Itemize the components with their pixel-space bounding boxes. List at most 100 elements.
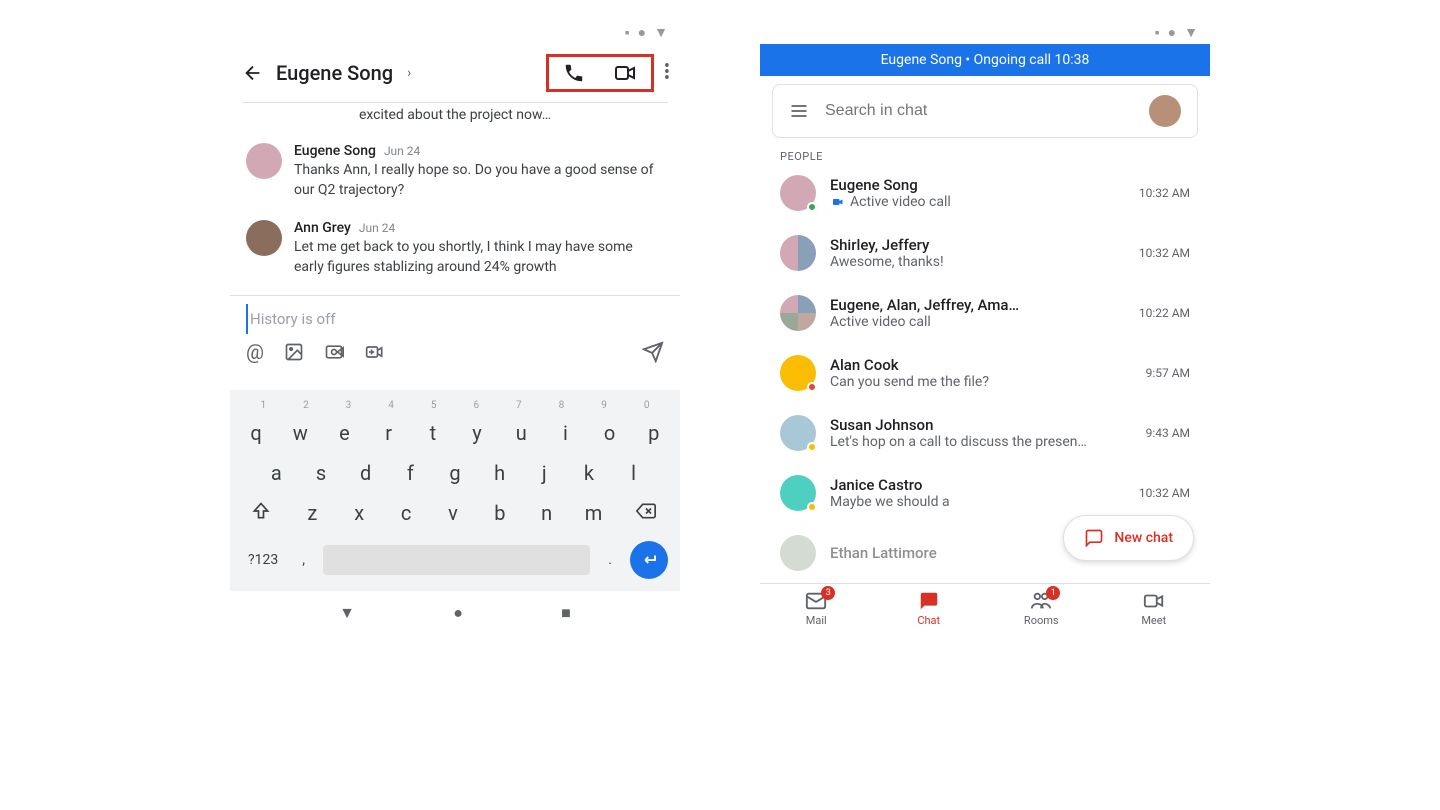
key[interactable]: a (260, 461, 292, 485)
list-item[interactable]: Janice Castro Maybe we should a 10:32 AM (772, 463, 1198, 523)
phone-call-icon[interactable] (563, 62, 585, 84)
key[interactable]: c (390, 501, 422, 525)
chat-list-screen: ▪ ● ▼ Eugene Song • Ongoing call 10:38 P… (760, 20, 1210, 629)
nav-home-icon[interactable]: ● (453, 603, 463, 623)
key[interactable]: h (484, 461, 516, 485)
timestamp: 9:57 AM (1146, 366, 1190, 380)
shift-key-icon[interactable] (241, 501, 281, 525)
person-subtitle: Active video call (830, 194, 1125, 210)
message-sender: Ann Grey (294, 220, 351, 236)
list-item[interactable]: Eugene Song Active video call 10:32 AM (772, 163, 1198, 223)
soft-keyboard: 1234567890 q w e r t y u i o p a s d f g… (230, 390, 680, 591)
key[interactable]: z (296, 501, 328, 525)
spacebar-key[interactable] (323, 545, 590, 575)
compose-toolbar: @ (246, 334, 664, 370)
key[interactable]: m (578, 501, 610, 525)
nav-back-icon[interactable]: ▼ (339, 603, 355, 623)
message-time: Jun 24 (359, 221, 395, 235)
key[interactable]: l (618, 461, 650, 485)
mail-icon: 3 (805, 590, 827, 612)
key[interactable]: t (417, 421, 449, 445)
tab-mail[interactable]: 3 Mail (760, 590, 873, 627)
keyboard-row: a s d f g h j k l (234, 453, 676, 493)
key[interactable]: n (531, 501, 563, 525)
backspace-key-icon[interactable] (624, 501, 668, 525)
back-arrow-icon[interactable] (242, 62, 264, 84)
list-item[interactable]: Alan Cook Can you send me the file? 9:57… (772, 343, 1198, 403)
timestamp: 10:32 AM (1139, 246, 1190, 260)
symbols-key[interactable]: ?123 (242, 552, 284, 568)
chat-bubble-icon (1084, 528, 1104, 548)
search-input[interactable] (825, 102, 1133, 120)
key[interactable]: p (638, 421, 670, 445)
ongoing-call-banner[interactable]: Eugene Song • Ongoing call 10:38 (760, 44, 1210, 76)
contact-name[interactable]: Eugene Song (276, 61, 393, 85)
timestamp: 9:43 AM (1146, 426, 1190, 440)
key[interactable]: e (328, 421, 360, 445)
key[interactable]: k (573, 461, 605, 485)
key[interactable]: i (549, 421, 581, 445)
key[interactable]: v (437, 501, 469, 525)
avatar[interactable] (246, 143, 282, 179)
list-item[interactable]: Susan Johnson Let's hop on a call to dis… (772, 403, 1198, 463)
person-subtitle: Awesome, thanks! (830, 254, 1125, 270)
hamburger-menu-icon[interactable] (789, 101, 809, 121)
list-item[interactable]: Shirley, Jeffery Awesome, thanks! 10:32 … (772, 223, 1198, 283)
status-bar: ▪ ● ▼ (760, 20, 1210, 44)
key[interactable]: x (343, 501, 375, 525)
nav-recent-icon[interactable]: ■ (561, 603, 571, 623)
key[interactable]: g (439, 461, 471, 485)
key[interactable]: r (373, 421, 405, 445)
key[interactable]: q (240, 421, 272, 445)
status-icon: ▪ (1155, 24, 1160, 41)
key[interactable]: d (350, 461, 382, 485)
avatar[interactable] (246, 220, 282, 256)
chat-screen: ▪ ● ▼ Eugene Song › ••• excited about th… (230, 20, 680, 629)
truncated-message: excited about the project now… (246, 103, 664, 133)
key[interactable]: w (284, 421, 316, 445)
key[interactable]: u (505, 421, 537, 445)
rooms-icon: 1 (1030, 590, 1052, 612)
presence-away-icon (807, 502, 817, 512)
status-icon: ▼ (654, 24, 668, 41)
key[interactable]: b (484, 501, 516, 525)
period-key[interactable]: . (602, 552, 618, 568)
person-name: Susan Johnson (830, 416, 1132, 434)
section-header: PEOPLE (760, 150, 1210, 163)
image-icon[interactable] (284, 342, 304, 362)
profile-avatar[interactable] (1149, 95, 1181, 127)
tab-rooms[interactable]: 1 Rooms (985, 590, 1098, 627)
keyboard-row: z x c v b n m (234, 493, 676, 533)
timestamp: 10:32 AM (1139, 186, 1190, 200)
badge: 1 (1046, 586, 1060, 600)
key[interactable]: y (461, 421, 493, 445)
video-attach-icon[interactable] (364, 342, 386, 362)
camera-icon[interactable] (324, 342, 344, 362)
history-off-label: History is off (246, 304, 664, 334)
message-row: Eugene Song Jun 24 Thanks Ann, I really … (246, 133, 664, 210)
send-icon[interactable] (642, 341, 664, 363)
person-name: Eugene Song (830, 176, 1125, 194)
enter-key-icon[interactable] (630, 541, 668, 579)
badge: 3 (821, 586, 835, 600)
comma-key[interactable]: , (296, 552, 311, 568)
person-name: Alan Cook (830, 356, 1132, 374)
mention-icon[interactable]: @ (246, 340, 264, 364)
tab-label: Chat (917, 614, 940, 627)
key[interactable]: s (305, 461, 337, 485)
new-chat-fab[interactable]: New chat (1063, 515, 1194, 561)
search-bar[interactable] (772, 84, 1198, 138)
keyboard-bottom-row: ?123 , . (234, 533, 676, 579)
presence-online-icon (807, 202, 817, 212)
key[interactable]: o (594, 421, 626, 445)
person-name: Shirley, Jeffery (830, 236, 1125, 254)
list-item[interactable]: Eugene, Alan, Jeffrey, Ama… Active video… (772, 283, 1198, 343)
key[interactable]: j (528, 461, 560, 485)
key[interactable]: f (394, 461, 426, 485)
status-icon: ● (638, 24, 646, 41)
video-call-icon[interactable] (613, 61, 637, 85)
tab-chat[interactable]: Chat (873, 590, 986, 627)
tab-meet[interactable]: Meet (1098, 590, 1211, 627)
more-menu-icon[interactable]: ••• (664, 64, 668, 82)
keyboard-num-hints: 1234567890 (234, 398, 676, 413)
